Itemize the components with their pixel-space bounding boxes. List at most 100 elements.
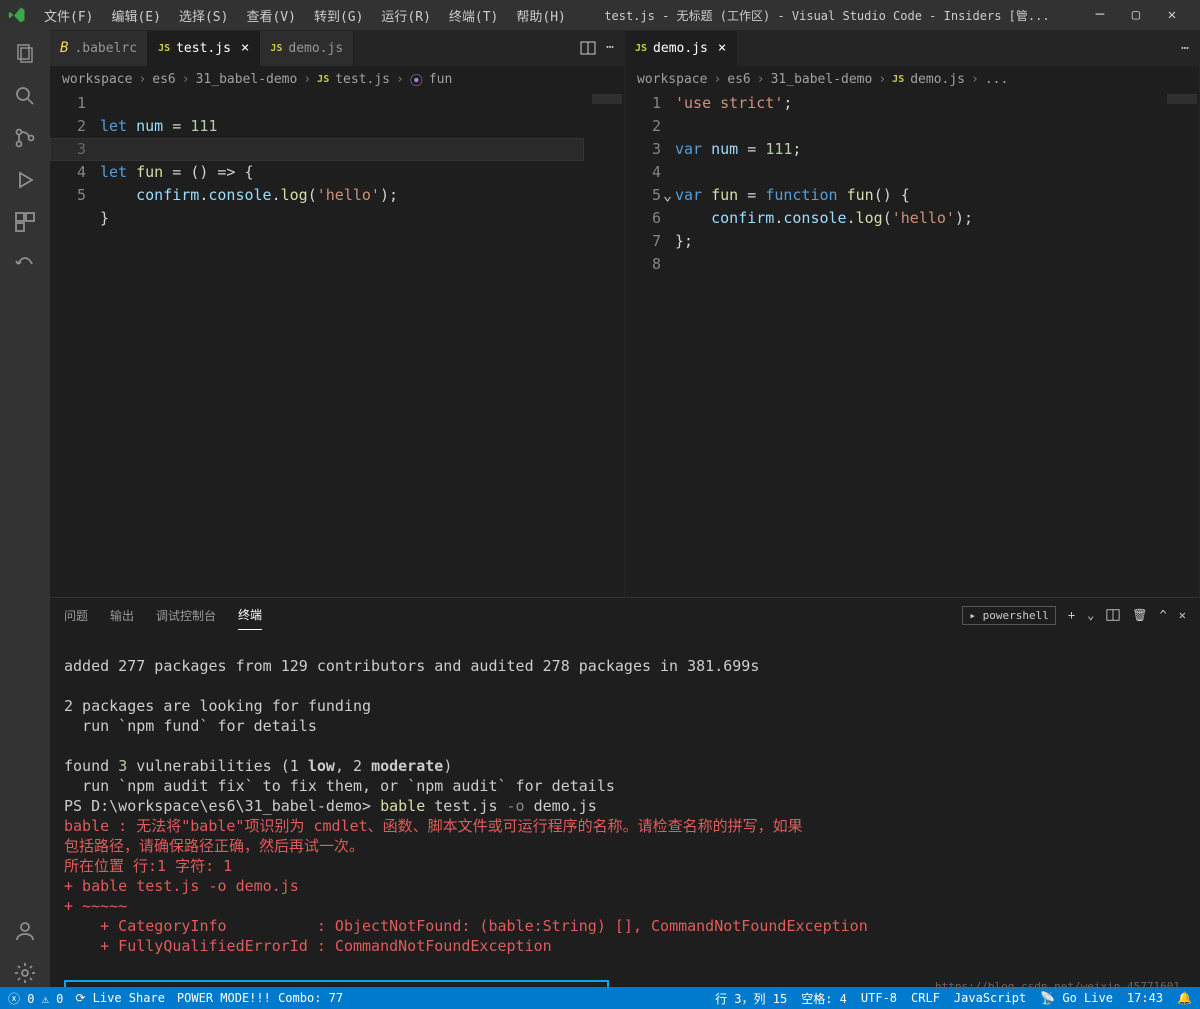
main-area: B .babelrc JS test.js × JS demo.js ⋯ workspa… bbox=[0, 30, 1200, 987]
status-time: 17:43 bbox=[1127, 991, 1163, 1005]
breadcrumb-item[interactable]: 31_babel-demo bbox=[771, 72, 873, 87]
breadcrumb-item[interactable]: fun bbox=[429, 72, 452, 87]
menu-run[interactable]: 运行(R) bbox=[373, 2, 438, 29]
status-errors[interactable]: ⓧ 0 ⚠ 0 bbox=[8, 990, 63, 1007]
menu-edit[interactable]: 编辑(E) bbox=[103, 2, 168, 29]
tab-demojs[interactable]: JS demo.js bbox=[260, 31, 354, 66]
panel-tab-problems[interactable]: 问题 bbox=[64, 601, 88, 630]
menu-file[interactable]: 文件(F) bbox=[36, 2, 101, 29]
editor-group-right: JSdemo.js× ⋯ workspace› es6› 31_babel-de… bbox=[625, 30, 1200, 597]
extensions-icon[interactable] bbox=[11, 208, 39, 236]
panel-tab-output[interactable]: 输出 bbox=[110, 601, 134, 630]
source-control-icon[interactable] bbox=[11, 124, 39, 152]
bottom-panel: 问题 输出 调试控制台 终端 ▸ powershell + ⌄ 🗑 ^ ✕ ad… bbox=[50, 597, 1200, 987]
terminal-error: + ~~~~~ bbox=[64, 897, 127, 915]
js-icon: JS bbox=[270, 43, 282, 54]
search-icon[interactable] bbox=[11, 82, 39, 110]
split-editor-icon[interactable] bbox=[580, 40, 596, 56]
fold-icon[interactable]: ⌄ bbox=[663, 184, 672, 207]
new-terminal-icon[interactable]: + bbox=[1068, 608, 1075, 622]
tab-label: demo.js bbox=[288, 41, 343, 56]
menu-selection[interactable]: 选择(S) bbox=[171, 2, 236, 29]
terminal-line: added 277 packages from 129 contributors… bbox=[64, 657, 759, 675]
menu-terminal[interactable]: 终端(T) bbox=[441, 2, 506, 29]
watermark: https://blog.csdn.net/weixin_45771601 bbox=[935, 980, 1180, 993]
window-title: test.js - 无标题 (工作区) - Visual Studio Code… bbox=[574, 7, 1080, 24]
status-bell-icon[interactable]: 🔔 bbox=[1177, 991, 1192, 1005]
kill-terminal-icon[interactable]: 🗑 bbox=[1132, 608, 1147, 622]
breadcrumb-right[interactable]: workspace› es6› 31_babel-demo› JSdemo.js… bbox=[625, 66, 1199, 92]
tab-demojs-right[interactable]: JSdemo.js× bbox=[625, 31, 737, 66]
terminal-error: 所在位置 行:1 字符: 1 bbox=[64, 857, 232, 875]
breadcrumb-item[interactable]: workspace bbox=[62, 72, 132, 87]
breadcrumb-left[interactable]: workspace› es6› 31_babel-demo› JStest.js… bbox=[50, 66, 624, 92]
function-icon: ⦿ bbox=[410, 70, 423, 89]
panel-tab-debug[interactable]: 调试控制台 bbox=[156, 601, 216, 630]
terminal-shell-selector[interactable]: ▸ powershell bbox=[962, 606, 1055, 625]
highlighted-command: PS D:\workspace\es6\31_babel-demo> babel… bbox=[64, 980, 609, 987]
breadcrumb-item[interactable]: 31_babel-demo bbox=[196, 72, 298, 87]
status-eol[interactable]: CRLF bbox=[911, 991, 940, 1005]
menu-go[interactable]: 转到(G) bbox=[306, 2, 371, 29]
status-encoding[interactable]: UTF-8 bbox=[861, 991, 897, 1005]
panel-tab-terminal[interactable]: 终端 bbox=[238, 600, 262, 630]
breadcrumb-item[interactable]: demo.js bbox=[910, 72, 965, 87]
breadcrumb-item[interactable]: es6 bbox=[727, 72, 750, 87]
run-debug-icon[interactable] bbox=[11, 166, 39, 194]
status-powermode[interactable]: POWER MODE!!! Combo: 77 bbox=[177, 991, 343, 1005]
tab-testjs[interactable]: JStest.js× bbox=[148, 31, 260, 66]
status-spaces[interactable]: 空格: 4 bbox=[801, 990, 847, 1007]
terminal-dropdown-icon[interactable]: ⌄ bbox=[1087, 608, 1094, 622]
terminal-line: run `npm audit fix` to fix them, or `npm… bbox=[64, 777, 615, 795]
terminal-error: + bable test.js -o demo.js bbox=[64, 877, 299, 895]
title-bar: 文件(F) 编辑(E) 选择(S) 查看(V) 转到(G) 运行(R) 终端(T… bbox=[0, 0, 1200, 30]
close-icon[interactable]: × bbox=[241, 40, 249, 56]
terminal-error: + CategoryInfo : ObjectNotFound: (bable:… bbox=[64, 917, 868, 935]
breadcrumb-item[interactable]: ... bbox=[985, 72, 1008, 87]
split-terminal-icon[interactable] bbox=[1106, 608, 1120, 622]
terminal-content[interactable]: added 277 packages from 129 contributors… bbox=[50, 632, 1200, 987]
settings-icon[interactable] bbox=[11, 959, 39, 987]
panel-tabs: 问题 输出 调试控制台 终端 ▸ powershell + ⌄ 🗑 ^ ✕ bbox=[50, 598, 1200, 632]
line-gutter: 12345 bbox=[50, 92, 100, 597]
terminal-error: + FullyQualifiedErrorId : CommandNotFoun… bbox=[64, 937, 552, 955]
tab-label: .babelrc bbox=[74, 41, 137, 56]
code-content[interactable]: let num = 111 let fun = () => { confirm.… bbox=[100, 92, 584, 597]
close-icon[interactable]: × bbox=[718, 40, 726, 56]
maximize-panel-icon[interactable]: ^ bbox=[1160, 608, 1167, 622]
breadcrumb-item[interactable]: test.js bbox=[335, 72, 390, 87]
tab-label: test.js bbox=[176, 41, 231, 56]
menu-help[interactable]: 帮助(H) bbox=[508, 2, 573, 29]
close-button[interactable]: ✕ bbox=[1162, 7, 1182, 23]
activity-bar bbox=[0, 30, 50, 987]
tab-babelrc[interactable]: B .babelrc bbox=[50, 31, 148, 66]
close-panel-icon[interactable]: ✕ bbox=[1179, 608, 1186, 622]
status-language[interactable]: JavaScript bbox=[954, 991, 1026, 1005]
minimap[interactable] bbox=[1159, 92, 1199, 597]
vscode-icon bbox=[8, 6, 26, 24]
minimap[interactable] bbox=[584, 92, 624, 597]
terminal-error: bable : 无法将"bable"项识别为 cmdlet、函数、脚本文件或可运… bbox=[64, 817, 803, 835]
more-actions-icon[interactable]: ⋯ bbox=[1181, 41, 1189, 56]
code-editor-left[interactable]: 12345 let num = 111 let fun = () => { co… bbox=[50, 92, 624, 597]
tabs-right: JSdemo.js× ⋯ bbox=[625, 30, 1199, 66]
minimize-button[interactable]: ─ bbox=[1090, 7, 1110, 23]
status-cursor[interactable]: 行 3，列 15 bbox=[715, 990, 787, 1007]
accounts-icon[interactable] bbox=[11, 917, 39, 945]
live-share-icon[interactable] bbox=[11, 250, 39, 278]
panel-actions: ▸ powershell + ⌄ 🗑 ^ ✕ bbox=[962, 606, 1186, 625]
maximize-button[interactable]: ▢ bbox=[1126, 7, 1146, 23]
status-golive[interactable]: 📡 Go Live bbox=[1040, 991, 1113, 1005]
terminal-line: run `npm fund` for details bbox=[64, 717, 317, 735]
babel-icon: B bbox=[60, 40, 68, 56]
more-actions-icon[interactable]: ⋯ bbox=[606, 40, 614, 56]
menu-bar: 文件(F) 编辑(E) 选择(S) 查看(V) 转到(G) 运行(R) 终端(T… bbox=[36, 2, 574, 29]
status-liveshare[interactable]: ⟳ Live Share bbox=[75, 991, 165, 1005]
breadcrumb-item[interactable]: es6 bbox=[152, 72, 175, 87]
explorer-icon[interactable] bbox=[11, 40, 39, 68]
menu-view[interactable]: 查看(V) bbox=[238, 2, 303, 29]
code-editor-right[interactable]: 12345678 ⌄ 'use strict'; var num = 111; … bbox=[625, 92, 1199, 597]
breadcrumb-item[interactable]: workspace bbox=[637, 72, 707, 87]
code-content[interactable]: 'use strict'; var num = 111; var fun = f… bbox=[675, 92, 1159, 597]
window-controls: ─ ▢ ✕ bbox=[1080, 7, 1192, 23]
